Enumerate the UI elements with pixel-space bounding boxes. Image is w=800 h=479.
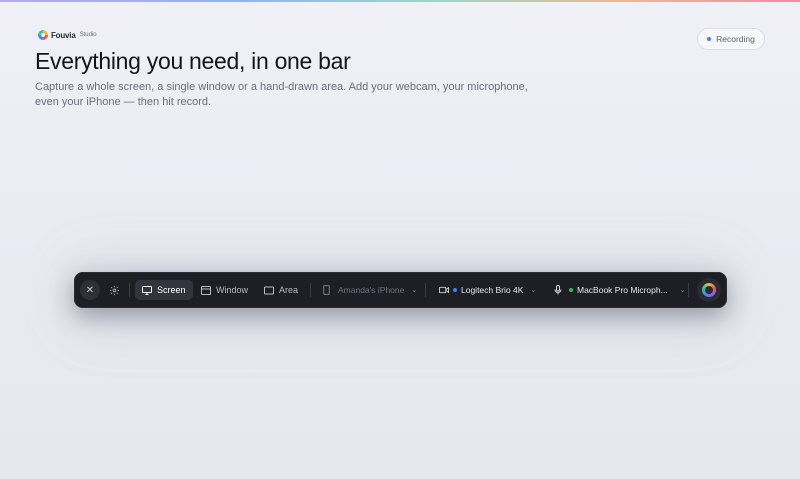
mic-status-dot — [569, 288, 573, 292]
window-icon — [201, 285, 211, 295]
camera-label: Logitech Brio 4K — [461, 285, 524, 295]
page-title: Everything you need, in one bar — [35, 48, 351, 74]
area-icon — [264, 286, 274, 294]
mode-area-label: Area — [279, 285, 299, 295]
camera-status-dot — [453, 288, 457, 292]
recording-status-badge[interactable]: Recording — [697, 28, 765, 50]
iphone-selector[interactable]: Amanda's iPhone ⌄ — [323, 280, 417, 300]
mode-window-button[interactable]: Window — [194, 280, 255, 300]
camera-icon — [439, 286, 449, 294]
close-icon: ✕ — [85, 284, 95, 296]
iphone-label: Amanda's iPhone — [338, 285, 405, 295]
toolbar-divider — [688, 283, 689, 297]
microphone-selector[interactable]: MacBook Pro Microph... ⌄ — [554, 280, 686, 300]
top-gradient-line — [0, 0, 800, 2]
brand-name: Fouvia — [51, 30, 76, 40]
mic-icon — [554, 285, 562, 295]
close-button[interactable]: ✕ — [80, 280, 100, 300]
phone-icon — [323, 285, 330, 295]
camera-selector[interactable]: Logitech Brio 4K ⌄ — [439, 280, 536, 300]
chevron-down-icon: ⌄ — [411, 287, 418, 294]
toolbar-divider — [129, 283, 130, 297]
microphone-label: MacBook Pro Microph... — [577, 285, 668, 295]
page-description: Capture a whole screen, a single window … — [35, 81, 528, 108]
gear-icon — [109, 285, 119, 295]
settings-button[interactable] — [105, 281, 123, 299]
logo-icon — [38, 30, 48, 40]
mode-screen-button[interactable]: Screen — [135, 280, 193, 300]
chevron-down-icon: ⌄ — [530, 287, 537, 294]
record-icon — [702, 283, 716, 297]
mode-area-button[interactable]: Area — [257, 280, 305, 300]
brand-logo: Fouvia Studio — [38, 29, 97, 41]
mode-window-label: Window — [216, 285, 249, 295]
record-button[interactable] — [697, 278, 721, 302]
chevron-down-icon: ⌄ — [679, 287, 686, 294]
capture-toolbar: ✕ Screen Window Area Amanda's iPhone ⌄ L… — [74, 272, 727, 308]
toolbar-divider — [425, 283, 426, 297]
recording-label: Recording — [716, 34, 755, 44]
toolbar-divider — [310, 283, 311, 297]
monitor-icon — [142, 285, 152, 295]
mode-screen-label: Screen — [157, 285, 186, 295]
brand-sub: Studio — [79, 32, 97, 38]
status-dot-icon — [707, 37, 712, 41]
